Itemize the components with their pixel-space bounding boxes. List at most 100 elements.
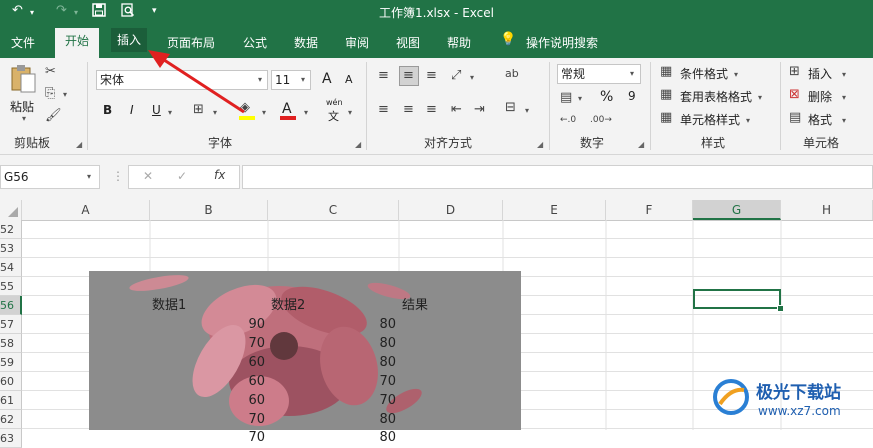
- decrease-decimal-icon[interactable]: .00→: [590, 112, 612, 128]
- cell-styles-button[interactable]: 单元格样式: [680, 111, 740, 128]
- tab-home[interactable]: 开始: [55, 28, 100, 58]
- format-painter-icon[interactable]: 🖌: [45, 108, 62, 124]
- align-left-icon[interactable]: ≡: [378, 102, 389, 118]
- orientation-dropdown-icon[interactable]: ▾: [470, 73, 474, 82]
- format-as-table-icon[interactable]: ▦: [660, 87, 672, 103]
- copy-icon[interactable]: ⎘: [45, 86, 55, 102]
- data-cell-b59[interactable]: 60: [150, 353, 265, 372]
- column-header-h[interactable]: H: [781, 200, 873, 220]
- number-format-select[interactable]: 常规: [557, 64, 641, 84]
- format-cells-dropdown-icon[interactable]: ▾: [842, 116, 846, 125]
- align-bottom-icon[interactable]: ≡: [426, 68, 437, 84]
- data-cell-c58[interactable]: 80: [268, 334, 396, 353]
- font-color-icon[interactable]: A: [282, 101, 292, 117]
- cut-icon[interactable]: ✂: [45, 64, 56, 80]
- alignment-launcher-icon[interactable]: ◢: [537, 140, 543, 149]
- align-middle-icon[interactable]: ≡: [403, 68, 414, 84]
- percent-style-icon[interactable]: %: [600, 89, 613, 105]
- data-cell-c59[interactable]: 80: [268, 353, 396, 372]
- align-top-icon[interactable]: ≡: [378, 68, 389, 84]
- clipboard-launcher-icon[interactable]: ◢: [76, 140, 82, 149]
- data-cell-b61[interactable]: 60: [150, 391, 265, 410]
- delete-cells-button[interactable]: 删除: [808, 88, 832, 105]
- column-header-f[interactable]: F: [606, 200, 693, 220]
- column-header-c[interactable]: C: [268, 200, 399, 220]
- copy-dropdown-icon[interactable]: ▾: [63, 90, 67, 99]
- data-cell-c57[interactable]: 80: [268, 315, 396, 334]
- row-header-56[interactable]: 56: [0, 296, 22, 315]
- number-launcher-icon[interactable]: ◢: [638, 140, 644, 149]
- lightbulb-icon[interactable]: 💡: [500, 32, 516, 47]
- column-header-d[interactable]: D: [399, 200, 503, 220]
- fill-handle[interactable]: [777, 305, 784, 312]
- bold-button[interactable]: B: [103, 103, 112, 117]
- orientation-icon[interactable]: ⤢: [451, 68, 461, 84]
- insert-cells-icon[interactable]: ⊞: [789, 64, 800, 80]
- merge-dropdown-icon[interactable]: ▾: [525, 106, 529, 115]
- row-header-59[interactable]: 59: [0, 353, 22, 372]
- data-cell-c63[interactable]: 80: [268, 428, 396, 447]
- insert-cells-dropdown-icon[interactable]: ▾: [842, 70, 846, 79]
- tell-me-search[interactable]: 操作说明搜索: [526, 34, 598, 51]
- decrease-indent-icon[interactable]: ⇤: [451, 102, 462, 118]
- column-header-b[interactable]: B: [150, 200, 268, 220]
- column-header-e[interactable]: E: [503, 200, 606, 220]
- tab-view[interactable]: 视图: [396, 34, 420, 51]
- accounting-dropdown-icon[interactable]: ▾: [578, 94, 582, 103]
- data-cell-c61[interactable]: 70: [268, 391, 396, 410]
- data-cell-b57[interactable]: 90: [150, 315, 265, 334]
- increase-decimal-icon[interactable]: ←.0: [560, 112, 576, 128]
- fill-color-dropdown-icon[interactable]: ▾: [262, 108, 266, 117]
- increase-indent-icon[interactable]: ⇥: [474, 102, 485, 118]
- conditional-formatting-icon[interactable]: ▦: [660, 64, 672, 80]
- delete-cells-dropdown-icon[interactable]: ▾: [842, 93, 846, 102]
- name-box[interactable]: G56: [0, 165, 100, 189]
- header-cell-c[interactable]: 数据2: [271, 296, 305, 315]
- italic-button[interactable]: I: [130, 103, 134, 117]
- tab-file[interactable]: 文件: [11, 34, 35, 51]
- font-color-dropdown-icon[interactable]: ▾: [304, 108, 308, 117]
- format-as-table-dropdown-icon[interactable]: ▾: [758, 93, 762, 102]
- active-cell-g56[interactable]: [693, 289, 781, 309]
- column-header-a[interactable]: A: [22, 200, 150, 220]
- row-header-53[interactable]: 53: [0, 239, 22, 258]
- wrap-text-icon[interactable]: ab: [505, 66, 519, 82]
- align-right-icon[interactable]: ≡: [426, 102, 437, 118]
- name-box-dropdown-icon[interactable]: ▾: [87, 172, 91, 181]
- font-name-dropdown-icon[interactable]: ▾: [258, 75, 262, 84]
- conditional-formatting-button[interactable]: 条件格式: [680, 65, 728, 82]
- tab-help[interactable]: 帮助: [447, 34, 471, 51]
- comma-style-icon[interactable]: 9: [628, 89, 636, 103]
- phonetic-guide-icon[interactable]: wén: [326, 98, 343, 107]
- merge-center-icon[interactable]: ⊟: [505, 100, 516, 116]
- shrink-font-icon[interactable]: A: [345, 73, 353, 86]
- delete-cells-icon[interactable]: ⊠: [789, 87, 800, 103]
- paste-label[interactable]: 粘贴: [10, 98, 34, 115]
- row-header-60[interactable]: 60: [0, 372, 22, 391]
- grow-font-icon[interactable]: A: [322, 71, 332, 87]
- header-cell-d[interactable]: 结果: [402, 296, 428, 315]
- data-cell-b58[interactable]: 70: [150, 334, 265, 353]
- row-header-61[interactable]: 61: [0, 391, 22, 410]
- cancel-icon[interactable]: ✕: [143, 169, 153, 183]
- number-format-dropdown-icon[interactable]: ▾: [630, 69, 634, 78]
- insert-function-icon[interactable]: fx: [214, 168, 225, 182]
- paste-dropdown-icon[interactable]: ▾: [22, 114, 26, 123]
- formula-input[interactable]: [242, 165, 873, 189]
- insert-cells-button[interactable]: 插入: [808, 65, 832, 82]
- enter-icon[interactable]: ✓: [177, 169, 187, 183]
- format-cells-icon[interactable]: ▤: [789, 110, 801, 126]
- tab-data[interactable]: 数据: [294, 34, 318, 51]
- paste-icon[interactable]: [9, 64, 37, 97]
- format-as-table-button[interactable]: 套用表格格式: [680, 88, 752, 105]
- phonetic-dropdown-icon[interactable]: ▾: [348, 108, 352, 117]
- data-cell-c60[interactable]: 70: [268, 372, 396, 391]
- data-cell-b62[interactable]: 70: [150, 410, 265, 429]
- font-launcher-icon[interactable]: ◢: [355, 140, 361, 149]
- row-header-55[interactable]: 55: [0, 277, 22, 296]
- row-header-62[interactable]: 62: [0, 410, 22, 429]
- tab-review[interactable]: 审阅: [345, 34, 369, 51]
- row-header-63[interactable]: 63: [0, 429, 22, 448]
- data-cell-b60[interactable]: 60: [150, 372, 265, 391]
- row-header-58[interactable]: 58: [0, 334, 22, 353]
